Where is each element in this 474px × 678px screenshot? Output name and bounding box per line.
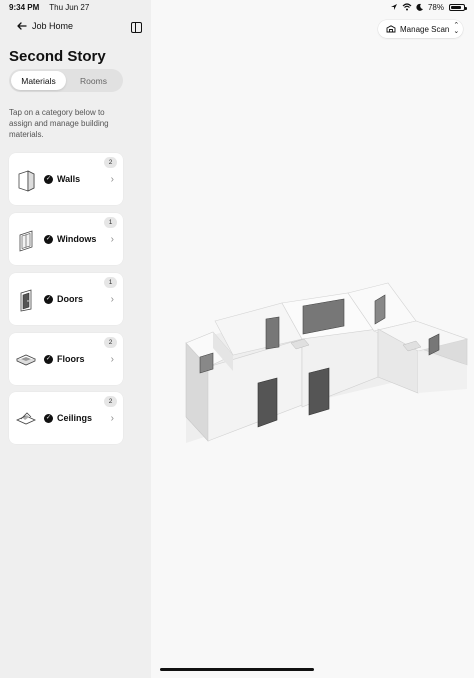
floor-plan-3d-model[interactable] (178, 281, 468, 445)
view-segmented-control: Materials Rooms (9, 69, 123, 92)
scan-icon (386, 25, 396, 33)
check-icon: ✓ (44, 174, 53, 184)
chevron-up-down-icon: ⌃ ⌄ (453, 22, 460, 35)
status-bar: 9:34 PM Thu Jun 27 78% (0, 0, 474, 14)
category-card-ceilings[interactable]: ✓ Ceilings 2 › (9, 392, 123, 444)
check-icon: ✓ (44, 354, 53, 364)
category-label: Doors (57, 294, 84, 304)
category-label: Floors (57, 354, 85, 364)
sidebar-toggle-icon[interactable] (131, 22, 142, 33)
back-button[interactable]: Job Home (17, 21, 73, 31)
count-badge: 2 (104, 337, 117, 348)
battery-percent: 78% (427, 2, 444, 12)
tab-materials[interactable]: Materials (11, 71, 66, 90)
check-icon: ✓ (44, 234, 53, 244)
chevron-right-icon: › (110, 234, 114, 245)
home-indicator (160, 668, 314, 671)
manage-scan-label: Manage Scan (400, 24, 450, 34)
category-card-windows[interactable]: ✓ Windows 1 › (9, 213, 123, 265)
manage-scan-button[interactable]: Manage Scan ⌃ ⌄ (378, 20, 463, 38)
count-badge: 2 (104, 157, 117, 168)
count-badge: 1 (104, 217, 117, 228)
category-label: Windows (57, 234, 97, 244)
category-card-walls[interactable]: ✓ Walls 2 › (9, 153, 123, 205)
chevron-right-icon: › (110, 294, 114, 305)
door-icon (20, 289, 32, 312)
check-icon: ✓ (44, 294, 53, 304)
category-label: Ceilings (57, 413, 93, 423)
battery-icon (449, 3, 467, 11)
ceiling-icon (16, 412, 36, 425)
model-viewer[interactable]: Manage Scan ⌃ ⌄ (151, 0, 474, 678)
count-badge: 2 (104, 396, 117, 407)
moon-icon (416, 3, 423, 11)
location-icon (390, 4, 397, 10)
back-label: Job Home (32, 21, 74, 31)
sidebar: Job Home Second Story Materials Rooms Ta… (0, 0, 151, 678)
wall-icon (18, 170, 35, 192)
page-title: Second Story (9, 48, 106, 65)
wifi-icon (402, 3, 412, 11)
floor-icon (16, 354, 36, 366)
chevron-right-icon: › (110, 354, 114, 365)
instructions-text: Tap on a category below to assign and ma… (9, 108, 109, 139)
arrow-left-icon (17, 22, 27, 30)
category-label: Walls (57, 174, 81, 184)
chevron-right-icon: › (110, 174, 114, 185)
status-date: Thu Jun 27 (49, 2, 90, 12)
check-icon: ✓ (44, 413, 53, 423)
window-icon (19, 230, 33, 252)
tab-rooms[interactable]: Rooms (66, 71, 121, 90)
status-time: 9:34 PM (9, 2, 40, 12)
count-badge: 1 (104, 277, 117, 288)
chevron-right-icon: › (110, 413, 114, 424)
category-card-doors[interactable]: ✓ Doors 1 › (9, 273, 123, 325)
category-card-floors[interactable]: ✓ Floors 2 › (9, 333, 123, 385)
